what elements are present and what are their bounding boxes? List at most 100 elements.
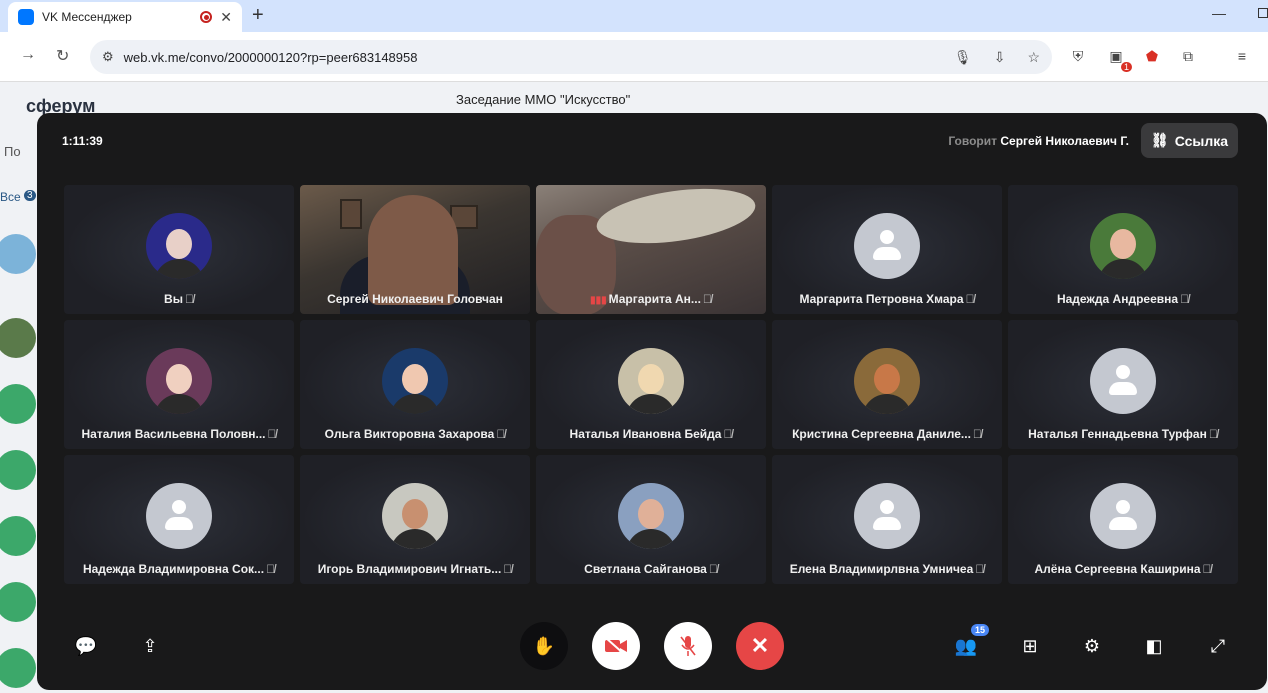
participant-tile[interactable]: Вы 🎙̸ [64, 185, 294, 314]
chat-avatar[interactable] [0, 234, 36, 274]
minimize-window-button[interactable]: — [1212, 5, 1226, 21]
layout-grid-icon[interactable]: ⊞ [1015, 631, 1045, 661]
address-bar[interactable]: ⚙ web.vk.me/convo/2000000120?rp=peer6831… [90, 40, 1052, 74]
minimize-call-icon[interactable]: ◧ [1139, 631, 1169, 661]
participant-tile[interactable]: Надежда Андреевна 🎙̸ [1008, 185, 1238, 314]
default-avatar [854, 483, 920, 549]
participant-tile[interactable]: Надежда Владимировна Сок... 🎙̸ [64, 455, 294, 584]
reload-icon[interactable]: ↻ [56, 46, 69, 66]
avatar-body [390, 529, 440, 549]
chat-avatar[interactable] [0, 384, 36, 424]
muted-microphone-icon: 🎙̸ [965, 292, 975, 306]
avatar-body [626, 394, 676, 414]
avatar-body [154, 259, 204, 279]
chat-bubble-icon[interactable]: 💬 [71, 631, 101, 661]
avatar [1090, 213, 1156, 279]
participant-name-text: Наталия Васильевна Половн... [81, 427, 266, 441]
hand-icon: ✋ [532, 635, 556, 656]
chat-avatar[interactable] [0, 450, 36, 490]
participant-name-text: Надежда Владимировна Сок... [82, 562, 265, 576]
chat-extension-icon[interactable]: ▣ 1 [1106, 46, 1132, 72]
browser-tabbar: VK Мессенджер ✕ + — [0, 0, 1268, 32]
chat-avatar[interactable] [0, 648, 36, 688]
raise-hand-button[interactable]: ✋ [520, 622, 568, 670]
participant-tile[interactable]: Игорь Владимирович Игнать... 🎙̸ [300, 455, 530, 584]
avatar [618, 483, 684, 549]
participant-name: Светлана Сайганова 🎙̸ [536, 562, 766, 576]
participant-name: Наталья Ивановна Бейда 🎙̸ [536, 427, 766, 441]
participant-name-text: Алёна Сергеевна Каширина [1034, 562, 1201, 576]
microphone-toggle-button[interactable] [664, 622, 712, 670]
install-app-icon[interactable]: ⇩ [994, 49, 1006, 66]
muted-microphone-icon: 🎙̸ [184, 292, 194, 306]
tab-close-icon[interactable]: ✕ [220, 9, 232, 26]
muted-microphone-icon: 🎙̸ [1208, 427, 1218, 441]
maximize-window-button[interactable] [1258, 8, 1268, 18]
participant-tile[interactable]: ▮▮▮ Маргарита Ан... 🎙̸ [536, 185, 766, 314]
shield-extension-icon[interactable]: ⛨ [1068, 46, 1088, 66]
participant-name-text: Наталья Геннадьевна Турфан [1028, 427, 1207, 441]
vk-favicon-icon [18, 9, 34, 25]
participants-icon: 👥 [954, 635, 978, 656]
participants-button[interactable]: 👥 15 [951, 624, 989, 661]
participant-tile[interactable]: Светлана Сайганова 🎙̸ [536, 455, 766, 584]
participant-tile[interactable]: Наталья Ивановна Бейда 🎙̸ [536, 320, 766, 449]
participant-tile[interactable]: Маргарита Петровна Хмара 🎙̸ [772, 185, 1002, 314]
muted-microphone-icon: 🎙̸ [1180, 292, 1190, 306]
participant-name: Алёна Сергеевна Каширина 🎙̸ [1008, 562, 1238, 576]
adblock-extension-icon[interactable]: ⬟ [1142, 46, 1162, 66]
all-filter[interactable]: Все [0, 190, 21, 204]
participant-name: Игорь Владимирович Игнать... 🎙̸ [300, 562, 530, 576]
avatar-face [1110, 229, 1136, 259]
forward-icon[interactable]: → [20, 46, 36, 64]
new-tab-button[interactable]: + [252, 4, 264, 27]
screen-share-icon[interactable]: ⇪ [135, 631, 165, 661]
camera-toggle-button[interactable] [592, 622, 640, 670]
muted-microphone-icon: 🎙̸ [496, 427, 506, 441]
muted-microphone-icon: 🎙̸ [503, 562, 513, 576]
participant-name-text: Ольга Викторовна Захарова [324, 427, 495, 441]
participant-name-text: Сергей Николаевич Головчан [327, 292, 503, 306]
muted-microphone-icon: 🎙̸ [975, 562, 985, 576]
default-avatar [1090, 483, 1156, 549]
avatar-face [166, 364, 192, 394]
participant-name-text: Вы [164, 292, 183, 306]
site-settings-icon[interactable]: ⚙ [102, 49, 114, 65]
avatar-face [402, 364, 428, 394]
participant-tile[interactable]: Елена Владимирлвна Умничеа 🎙̸ [772, 455, 1002, 584]
participant-name: ▮▮▮ Маргарита Ан... 🎙̸ [536, 292, 766, 306]
media-controls-icon[interactable]: ≡ [1232, 46, 1252, 66]
call-timer: 1:11:39 [62, 134, 103, 148]
bookmark-star-icon[interactable]: ☆ [1027, 49, 1040, 66]
chat-avatar[interactable] [0, 516, 36, 556]
avatar [382, 348, 448, 414]
avatar-body [154, 394, 204, 414]
microphone-icon[interactable]: 🎙 [954, 49, 972, 66]
copy-link-button[interactable]: ⛓ Ссылка [1141, 123, 1238, 158]
extensions-puzzle-icon[interactable]: ⧉ [1178, 46, 1198, 66]
muted-microphone-icon: 🎙̸ [267, 427, 277, 441]
muted-microphone-icon: 🎙̸ [972, 427, 982, 441]
participant-tile[interactable]: Ольга Викторовна Захарова 🎙̸ [300, 320, 530, 449]
participant-tile[interactable]: Сергей Николаевич Головчан [300, 185, 530, 314]
muted-microphone-icon: 🎙̸ [708, 562, 718, 576]
participant-tile[interactable]: Кристина Сергеевна Даниле... 🎙̸ [772, 320, 1002, 449]
participant-name: Маргарита Петровна Хмара 🎙̸ [772, 292, 1002, 306]
settings-gear-icon[interactable]: ⚙ [1077, 631, 1107, 661]
avatar [146, 348, 212, 414]
participant-tile[interactable]: Наталья Геннадьевна Турфан 🎙̸ [1008, 320, 1238, 449]
url-text[interactable]: web.vk.me/convo/2000000120?rp=peer683148… [124, 50, 932, 65]
chat-avatar[interactable] [0, 318, 36, 358]
chat-avatar[interactable] [0, 582, 36, 622]
participant-name: Елена Владимирлвна Умничеа 🎙̸ [772, 562, 1002, 576]
participant-tile[interactable]: Алёна Сергеевна Каширина 🎙̸ [1008, 455, 1238, 584]
participant-tile[interactable]: Наталия Васильевна Половн... 🎙̸ [64, 320, 294, 449]
end-call-button[interactable]: ✕ [736, 622, 784, 670]
fullscreen-icon[interactable]: ⤢ [1203, 631, 1233, 661]
muted-microphone-icon: 🎙̸ [723, 427, 733, 441]
video-person-head [368, 195, 458, 305]
close-icon: ✕ [750, 633, 770, 658]
browser-tab[interactable]: VK Мессенджер ✕ [8, 2, 242, 32]
chat-title: Заседание ММО "Искусство" [456, 92, 631, 107]
avatar-face [638, 499, 664, 529]
